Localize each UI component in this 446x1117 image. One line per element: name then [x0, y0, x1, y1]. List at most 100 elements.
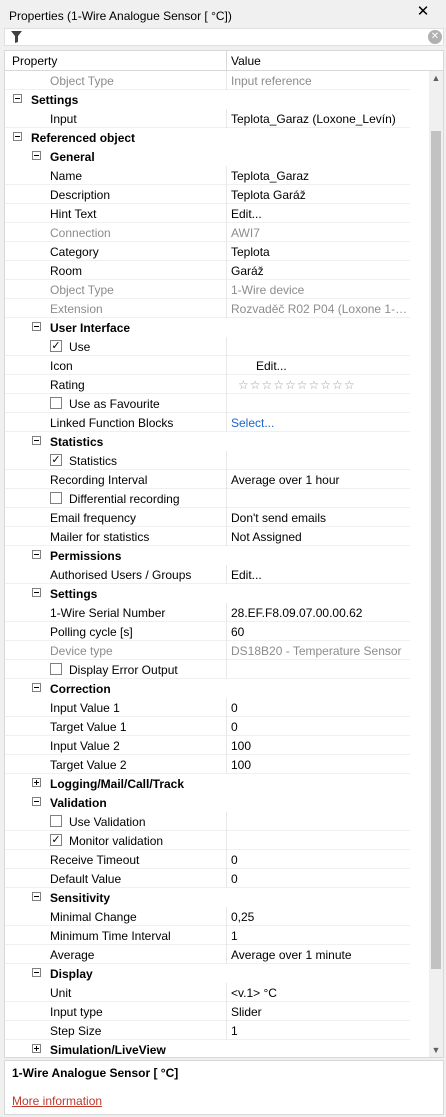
property-row-category[interactable]: Category Teplota	[5, 242, 410, 261]
property-value[interactable]: 1-Wire device	[231, 283, 409, 297]
property-value[interactable]: Edit...	[256, 359, 434, 373]
property-value[interactable]: Teplota Garáž	[231, 188, 409, 202]
property-row-average[interactable]: Average Average over 1 minute	[5, 945, 410, 964]
property-row-input[interactable]: Input Teplota_Garaz (Loxone_Levín)	[5, 109, 410, 128]
property-value[interactable]: Edit...	[231, 207, 409, 221]
property-row-linked-function-blocks[interactable]: Linked Function Blocks Select...	[5, 413, 410, 432]
property-row-room[interactable]: Room Garáž	[5, 261, 410, 280]
property-row-email-frequency[interactable]: Email frequency Don't send emails	[5, 508, 410, 527]
category-cat-validation[interactable]: Validation	[5, 793, 410, 812]
property-value[interactable]: Slider	[231, 1005, 409, 1019]
property-row-authorised-users[interactable]: Authorised Users / Groups Edit...	[5, 565, 410, 584]
property-row-connection[interactable]: Connection AWI7	[5, 223, 410, 242]
property-row-unit[interactable]: Unit <v.1> °C	[5, 983, 410, 1002]
property-value[interactable]: 0	[231, 853, 409, 867]
property-value[interactable]: 100	[231, 758, 409, 772]
property-row-input-type[interactable]: Input type Slider	[5, 1002, 410, 1021]
checkbox[interactable]: ✓	[50, 834, 62, 846]
category-cat-correction[interactable]: Correction	[5, 679, 410, 698]
filter-input[interactable]	[27, 30, 421, 46]
more-information-link[interactable]: More information	[12, 1094, 102, 1108]
property-value[interactable]: AWI7	[231, 226, 409, 240]
property-value[interactable]: 28.EF.F8.09.07.00.00.62	[231, 606, 409, 620]
checkbox[interactable]	[50, 492, 62, 504]
property-row-target-value-2[interactable]: Target Value 2 100	[5, 755, 410, 774]
rating-stars[interactable]: ☆☆☆☆☆☆☆☆☆☆	[238, 378, 356, 392]
property-value[interactable]: Edit...	[231, 568, 409, 582]
checkbox[interactable]	[50, 397, 62, 409]
scroll-up-icon[interactable]: ▲	[429, 71, 443, 85]
category-cat-settings[interactable]: Settings	[5, 90, 410, 109]
property-value[interactable]: Average over 1 hour	[231, 473, 409, 487]
property-row-device-type[interactable]: Device type DS18B20 - Temperature Sensor	[5, 641, 410, 660]
property-value[interactable]: Input reference	[231, 74, 409, 88]
property-row-mailer-for-statistics[interactable]: Mailer for statistics Not Assigned	[5, 527, 410, 546]
scroll-down-icon[interactable]: ▼	[429, 1043, 443, 1057]
property-row-serial-number[interactable]: 1-Wire Serial Number 28.EF.F8.09.07.00.00…	[5, 603, 410, 622]
close-icon[interactable]: ✕	[415, 4, 431, 20]
scroll-thumb[interactable]	[431, 131, 441, 969]
category-cat-permissions[interactable]: Permissions	[5, 546, 410, 565]
property-value[interactable]: 0	[231, 872, 409, 886]
property-row-minimum-time-interval[interactable]: Minimum Time Interval 1	[5, 926, 410, 945]
column-separator[interactable]	[226, 51, 227, 70]
property-value[interactable]: Teplota	[231, 245, 409, 259]
property-value[interactable]: 100	[231, 739, 409, 753]
property-row-description[interactable]: Description Teplota Garáž	[5, 185, 410, 204]
vertical-scrollbar[interactable]: ▲ ▼	[429, 71, 443, 1057]
collapse-icon[interactable]	[32, 151, 41, 160]
property-value[interactable]: 60	[231, 625, 409, 639]
collapse-icon[interactable]	[32, 683, 41, 692]
property-row-step-size[interactable]: Step Size 1	[5, 1021, 410, 1040]
property-value[interactable]: 0	[231, 720, 409, 734]
property-value[interactable]: 1	[231, 929, 409, 943]
header-property[interactable]: Property	[12, 54, 57, 68]
clear-icon[interactable]: ✕	[428, 30, 442, 44]
property-value[interactable]: <v.1> °C	[231, 986, 409, 1000]
property-row-object-type[interactable]: Object Type 1-Wire device	[5, 280, 410, 299]
collapse-icon[interactable]	[32, 968, 41, 977]
property-row-receive-timeout[interactable]: Receive Timeout 0	[5, 850, 410, 869]
property-row-recording-interval[interactable]: Recording Interval Average over 1 hour	[5, 470, 410, 489]
property-row-use-validation[interactable]: Use Validation	[5, 812, 410, 831]
collapse-icon[interactable]	[32, 588, 41, 597]
property-row-icon[interactable]: Icon Edit...	[5, 356, 410, 375]
property-row-differential-recording[interactable]: Differential recording	[5, 489, 410, 508]
property-row-default-value[interactable]: Default Value 0	[5, 869, 410, 888]
property-row-input-value-2[interactable]: Input Value 2 100	[5, 736, 410, 755]
collapse-icon[interactable]	[32, 436, 41, 445]
collapse-icon[interactable]	[13, 94, 22, 103]
property-row-rating[interactable]: Rating ☆☆☆☆☆☆☆☆☆☆	[5, 375, 410, 394]
property-value[interactable]: Select...	[231, 416, 409, 430]
category-cat-simulation[interactable]: Simulation/LiveView	[5, 1040, 410, 1057]
category-cat-logging[interactable]: Logging/Mail/Call/Track	[5, 774, 410, 793]
category-cat-display[interactable]: Display	[5, 964, 410, 983]
property-value[interactable]: 0	[231, 701, 409, 715]
category-cat-general[interactable]: General	[5, 147, 410, 166]
property-value[interactable]: 1	[231, 1024, 409, 1038]
collapse-icon[interactable]	[32, 892, 41, 901]
property-row-display-error-output[interactable]: Display Error Output	[5, 660, 410, 679]
property-row-use-as-favourite[interactable]: Use as Favourite	[5, 394, 410, 413]
property-value[interactable]: Garáž	[231, 264, 409, 278]
property-row-name[interactable]: Name Teplota_Garaz	[5, 166, 410, 185]
property-value[interactable]: 0,25	[231, 910, 409, 924]
property-row-polling-cycle[interactable]: Polling cycle [s] 60	[5, 622, 410, 641]
property-value[interactable]: Rozvaděč R02 P04 (Loxone 1-W...	[231, 302, 409, 316]
checkbox[interactable]: ✓	[50, 454, 62, 466]
property-row-target-value-1[interactable]: Target Value 1 0	[5, 717, 410, 736]
checkbox[interactable]: ✓	[50, 340, 62, 352]
property-row-statistics[interactable]: ✓ Statistics	[5, 451, 410, 470]
property-value[interactable]: DS18B20 - Temperature Sensor	[231, 644, 409, 658]
property-value[interactable]: Teplota_Garaz (Loxone_Levín)	[231, 112, 409, 126]
property-value[interactable]: Teplota_Garaz	[231, 169, 409, 183]
collapse-icon[interactable]	[32, 550, 41, 559]
property-value[interactable]: Average over 1 minute	[231, 948, 409, 962]
property-row-hint-text[interactable]: Hint Text Edit...	[5, 204, 410, 223]
category-cat-sensitivity[interactable]: Sensitivity	[5, 888, 410, 907]
collapse-icon[interactable]	[13, 132, 22, 141]
property-row-object-type-top[interactable]: Object Type Input reference	[5, 71, 410, 90]
collapse-icon[interactable]	[32, 797, 41, 806]
property-row-minimal-change[interactable]: Minimal Change 0,25	[5, 907, 410, 926]
expand-icon[interactable]	[32, 778, 41, 787]
